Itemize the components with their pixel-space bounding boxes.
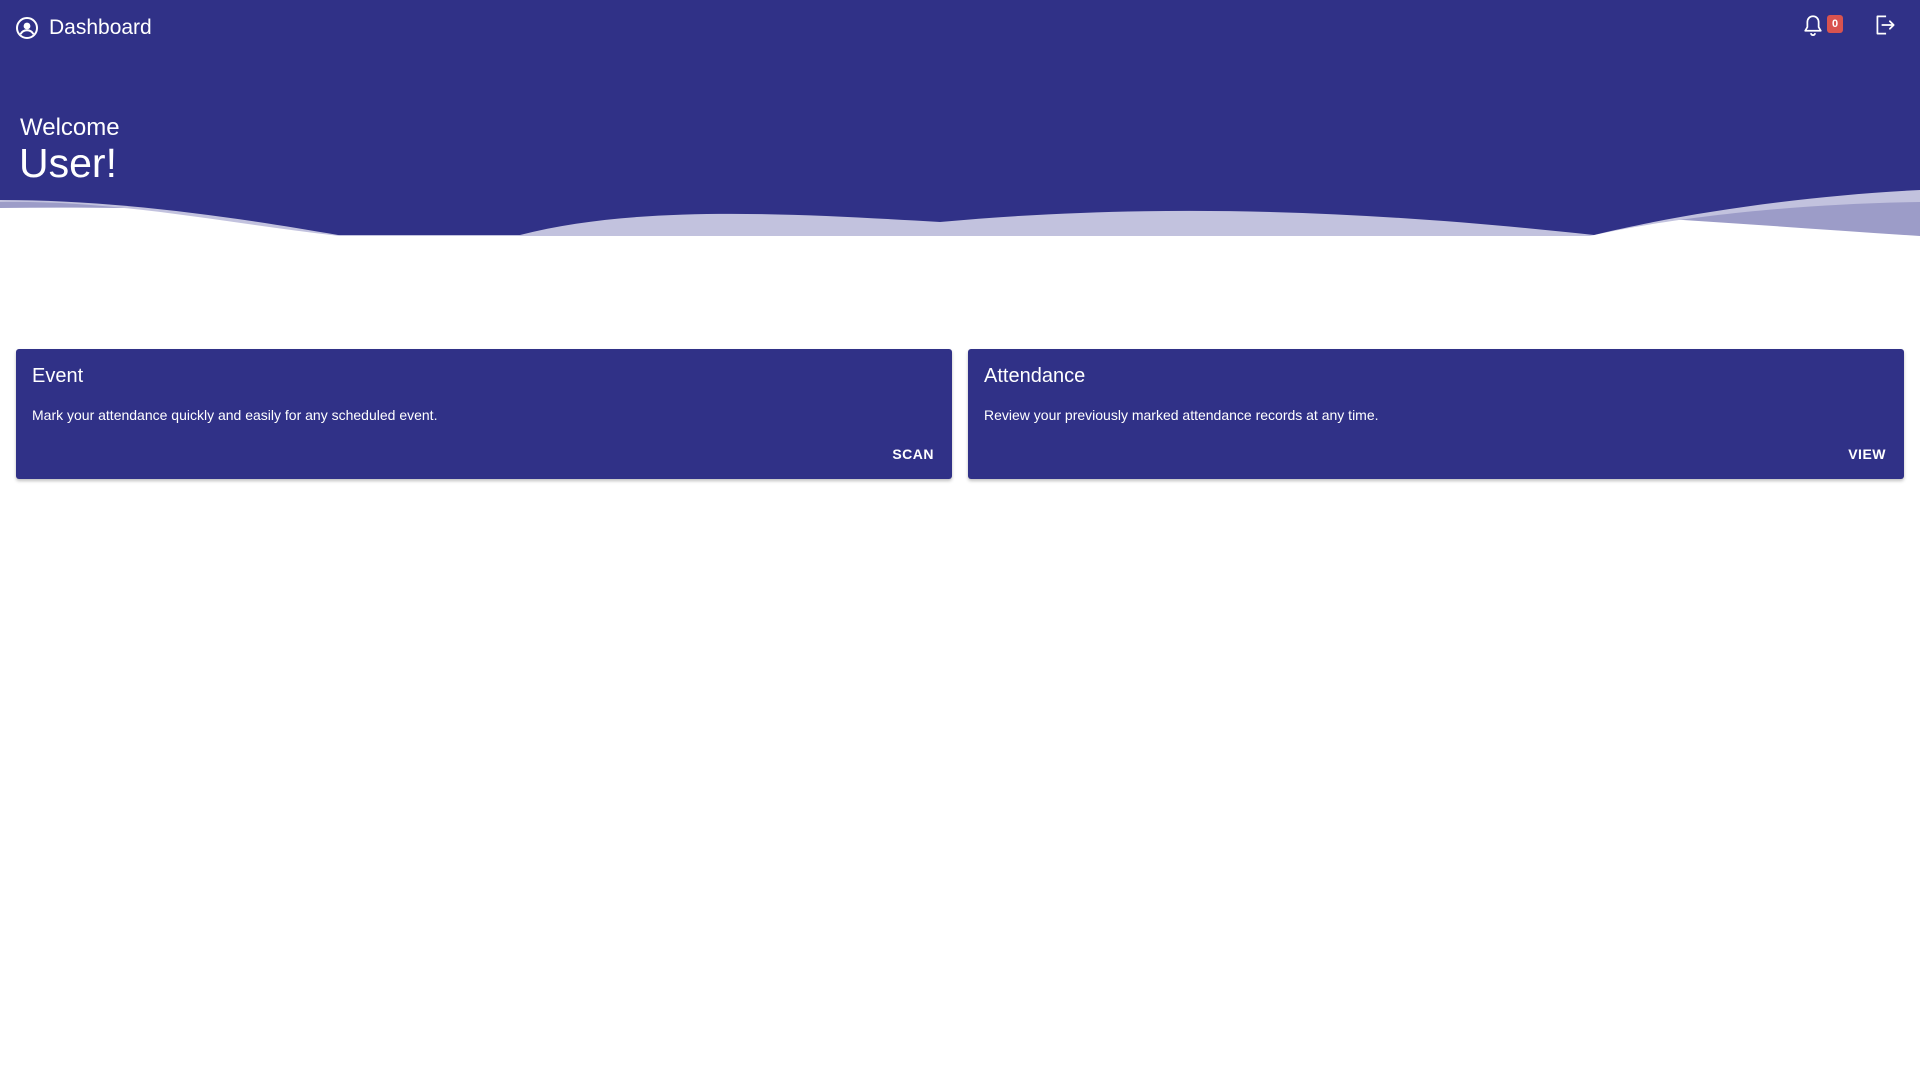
user-name-heading: User!: [19, 140, 117, 186]
card-title: Event: [32, 365, 84, 387]
dashboard-brand-link[interactable]: Dashboard: [15, 13, 152, 43]
view-button[interactable]: VIEW: [1848, 446, 1886, 462]
user-circle-icon: [15, 16, 39, 40]
card-title: Attendance: [984, 365, 1086, 387]
card-description: Review your previously marked attendance…: [984, 407, 1379, 423]
scan-button[interactable]: SCAN: [892, 446, 934, 462]
attendance-card: Attendance Review your previously marked…: [968, 349, 1904, 479]
card-description: Mark your attendance quickly and easily …: [32, 407, 438, 423]
page-title: Dashboard: [49, 16, 152, 39]
logout-button[interactable]: [1872, 12, 1898, 38]
notifications-button[interactable]: 0: [1800, 13, 1846, 41]
welcome-label: Welcome: [20, 114, 120, 141]
bell-icon: [1804, 15, 1822, 36]
logout-icon: [1876, 15, 1895, 35]
header-wave-decoration: [0, 190, 1920, 236]
top-navigation-bar: Dashboard 0: [0, 0, 1920, 56]
notification-count-badge: 0: [1827, 15, 1843, 33]
header-banner: Dashboard 0 Welcome User!: [0, 0, 1920, 236]
event-card: Event Mark your attendance quickly and e…: [16, 349, 952, 479]
